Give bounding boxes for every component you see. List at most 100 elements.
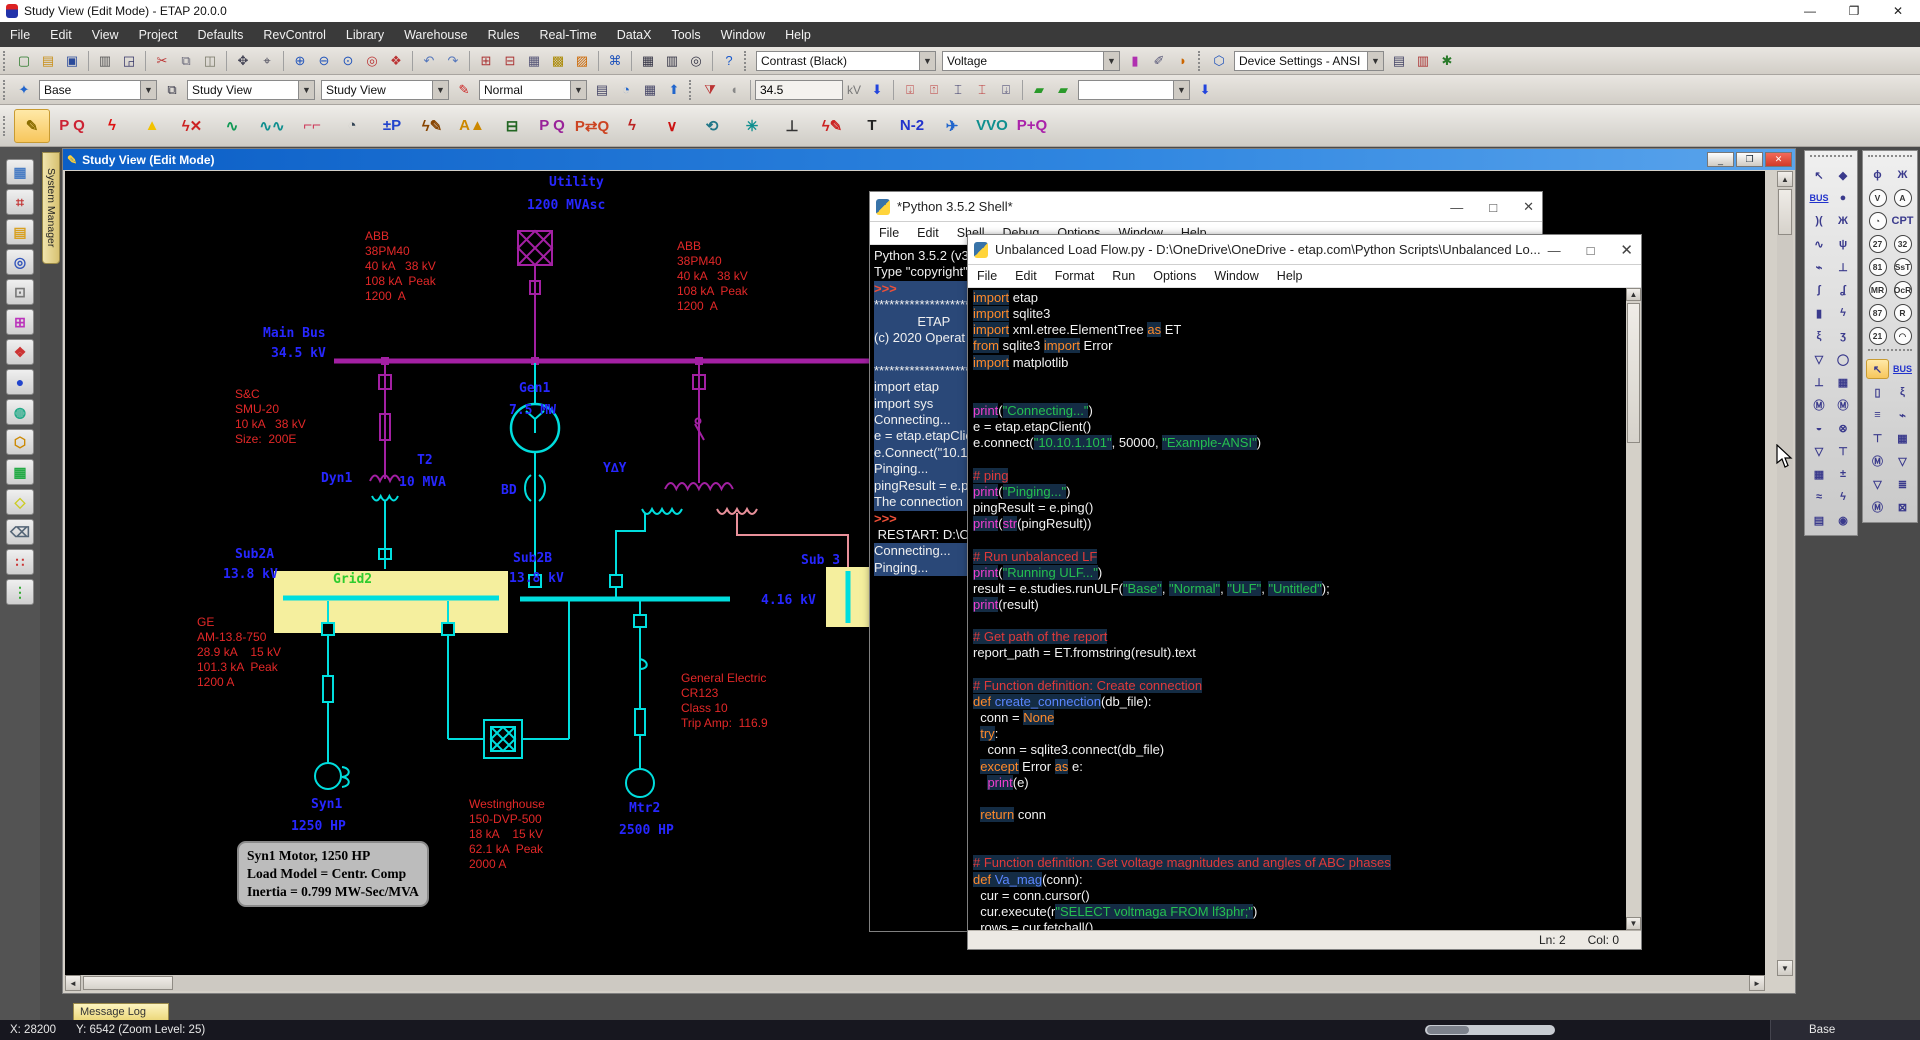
- window-close-button[interactable]: ✕: [1765, 152, 1792, 167]
- element-select[interactable]: ▼: [1078, 80, 1190, 100]
- left-tool-icon-11[interactable]: ◇: [6, 489, 34, 515]
- zoom-in-icon[interactable]: ⊕: [289, 50, 311, 72]
- ac-element-icon[interactable]: ↖: [1808, 165, 1831, 185]
- ac-element-icon[interactable]: ◉: [1832, 510, 1855, 530]
- ac-element-icon[interactable]: ▽: [1808, 349, 1831, 369]
- diagram-label[interactable]: Gen1: [519, 381, 550, 397]
- instrument-icon[interactable]: 32: [1891, 234, 1914, 254]
- ac-element-icon[interactable]: Ⓜ: [1808, 395, 1831, 415]
- ac-element-icon[interactable]: ▦: [1808, 464, 1831, 484]
- diagram-label[interactable]: S&C SMU-20 10 kA 38 kV Size: 200E: [235, 387, 306, 447]
- unbalanced-lf-button[interactable]: ±P: [374, 109, 410, 143]
- chevron-down-icon[interactable]: ▼: [570, 81, 586, 99]
- align-top-icon[interactable]: ⍗: [899, 79, 921, 101]
- instrument-icon[interactable]: Ж: [1891, 165, 1914, 185]
- device-cube-icon[interactable]: ⬡: [1208, 50, 1230, 72]
- instrument-icon[interactable]: 21: [1866, 326, 1889, 346]
- ruler-icon[interactable]: ▩: [547, 50, 569, 72]
- paste-icon[interactable]: ◫: [199, 50, 221, 72]
- editor-code[interactable]: import etapimport sqlite3import xml.etre…: [968, 288, 1626, 930]
- menu-defaults[interactable]: Defaults: [187, 22, 253, 47]
- scroll-up-icon[interactable]: ▲: [1626, 288, 1641, 301]
- editor-menu-edit[interactable]: Edit: [1006, 269, 1046, 283]
- toolbar-grip[interactable]: [744, 51, 750, 71]
- view-select[interactable]: Study View▼: [321, 80, 449, 100]
- zoom-window-icon[interactable]: ⊙: [337, 50, 359, 72]
- picker-icon[interactable]: ✐: [1148, 50, 1170, 72]
- eraser-icon[interactable]: ◖: [723, 79, 745, 101]
- toolbar-grip[interactable]: [1198, 51, 1204, 71]
- shell-menu-edit[interactable]: Edit: [908, 226, 948, 240]
- editor-menu-window[interactable]: Window: [1205, 269, 1267, 283]
- palette-handle[interactable]: [1810, 155, 1852, 161]
- editor-scrollbar[interactable]: ▲ ▼: [1626, 288, 1641, 930]
- lv-element-icon[interactable]: BUS: [1891, 359, 1914, 379]
- menu-edit[interactable]: Edit: [40, 22, 82, 47]
- lv-element-icon[interactable]: ▯: [1866, 382, 1889, 402]
- eraser-green2-icon[interactable]: ▰: [1052, 79, 1074, 101]
- instrument-icon[interactable]: ɸ: [1866, 165, 1889, 185]
- ac-element-icon[interactable]: BUS: [1808, 188, 1831, 208]
- lv-element-icon[interactable]: ▽: [1891, 451, 1914, 471]
- ac-element-icon[interactable]: ϟ: [1832, 487, 1855, 507]
- align-left-icon[interactable]: ⌶: [947, 79, 969, 101]
- ac-element-icon[interactable]: ⌁: [1808, 257, 1831, 277]
- diagram-label[interactable]: 4.16 kV: [761, 593, 816, 609]
- ac-element-icon[interactable]: ⊗: [1832, 418, 1855, 438]
- menu-revcontrol[interactable]: RevControl: [253, 22, 336, 47]
- editor-menu-options[interactable]: Options: [1144, 269, 1205, 283]
- vvo-button[interactable]: VVO: [974, 109, 1010, 143]
- ac-element-icon[interactable]: ▮: [1808, 303, 1831, 323]
- diagram-label[interactable]: Grid2: [333, 572, 372, 588]
- editor-minimize-button[interactable]: —: [1548, 243, 1561, 258]
- left-tool-icon-13[interactable]: ∷: [6, 549, 34, 575]
- lv-element-icon[interactable]: ≣: [1891, 474, 1914, 494]
- shell-maximize-button[interactable]: □: [1489, 200, 1497, 215]
- ac-element-icon[interactable]: ⊥: [1832, 257, 1855, 277]
- zoom-previous-icon[interactable]: ❖: [385, 50, 407, 72]
- pq-control-button[interactable]: P+Q: [1014, 109, 1050, 143]
- toolbar-grip[interactable]: [3, 80, 9, 100]
- scroll-up-icon[interactable]: ▲: [1777, 171, 1793, 187]
- kv-input[interactable]: [755, 80, 843, 100]
- grid2-area[interactable]: [274, 571, 508, 633]
- align-bottom-icon[interactable]: ⍐: [923, 79, 945, 101]
- diagram-label[interactable]: 2500 HP: [619, 823, 674, 839]
- instrument-icon[interactable]: 81: [1866, 257, 1889, 277]
- toolbar-grip[interactable]: [689, 80, 695, 100]
- left-tool-icon-4[interactable]: ⊡: [6, 279, 34, 305]
- ac-element-icon[interactable]: ▽: [1808, 441, 1831, 461]
- ac-element-icon[interactable]: ≈: [1808, 487, 1831, 507]
- instrument-icon[interactable]: SsT: [1891, 257, 1914, 277]
- diagram-label[interactable]: 10 MVA: [399, 475, 446, 491]
- chevron-down-icon[interactable]: ▼: [919, 52, 935, 70]
- switching-button[interactable]: ϟ: [614, 109, 650, 143]
- hyperlink-icon[interactable]: ⌘: [604, 50, 626, 72]
- theme-icon[interactable]: ▨: [571, 50, 593, 72]
- lv-element-icon[interactable]: ↖: [1866, 359, 1889, 379]
- chevron-down-icon[interactable]: ▼: [1173, 81, 1189, 99]
- dc-load-flow-button[interactable]: ϟ✎: [414, 109, 450, 143]
- left-tool-icon-2[interactable]: ▤: [6, 219, 34, 245]
- ground-grid-button[interactable]: ⊥: [774, 109, 810, 143]
- align-right-icon[interactable]: ⌶: [971, 79, 993, 101]
- ac-element-icon[interactable]: ʆ: [1832, 280, 1855, 300]
- apply-icon[interactable]: ⬇: [1194, 79, 1216, 101]
- instrument-icon[interactable]: V: [1866, 188, 1889, 208]
- pan-icon[interactable]: ✥: [232, 50, 254, 72]
- hscroll-thumb[interactable]: [83, 976, 173, 990]
- lv-element-icon[interactable]: ξ: [1891, 382, 1914, 402]
- diagram-label[interactable]: Sub2B: [513, 551, 552, 567]
- ac-element-icon[interactable]: ʃ: [1808, 280, 1831, 300]
- instrument-icon[interactable]: A: [1891, 188, 1914, 208]
- display-mode-select[interactable]: Voltage▼: [942, 51, 1120, 71]
- diagram-label[interactable]: BD: [501, 483, 517, 499]
- config-select[interactable]: Normal▼: [479, 80, 587, 100]
- maximize-button[interactable]: ❐: [1832, 0, 1876, 22]
- message-log-tab[interactable]: Message Log: [73, 1003, 169, 1020]
- window-minimize-button[interactable]: _: [1707, 152, 1734, 167]
- panel2-icon[interactable]: ▥: [1412, 50, 1434, 72]
- lv-element-icon[interactable]: ⊤: [1866, 428, 1889, 448]
- ac-element-icon[interactable]: ▦: [1832, 372, 1855, 392]
- ac-element-icon[interactable]: ◆: [1832, 165, 1855, 185]
